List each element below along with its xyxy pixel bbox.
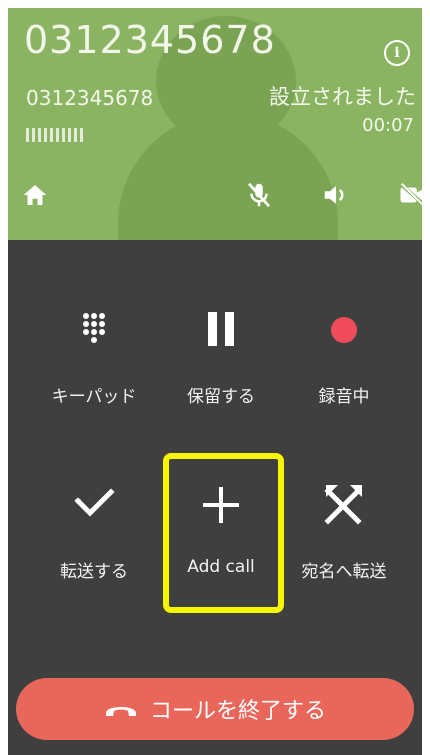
pause-icon [191,300,251,360]
call-screen: 0312345678 i 0312345678 設立されました 00:07 キー… [8,8,422,755]
speaker-icon[interactable] [321,180,351,210]
signal-bars [26,128,84,142]
blind-transfer-label: 宛名へ転送 [301,562,387,582]
keypad-icon [64,300,124,360]
merge-icon [314,475,374,535]
call-controls: キーパッド 保留する 録音中 転送する Add call 宛名へ転送 [8,240,422,660]
record-icon [314,300,374,360]
hangup-icon [104,699,138,719]
hold-label: 保留する [187,387,255,407]
info-icon[interactable]: i [384,40,410,66]
blind-transfer-button[interactable]: 宛名へ転送 [284,445,404,595]
transfer-button[interactable]: 転送する [34,445,154,595]
home-icon[interactable] [20,180,50,210]
mic-off-icon[interactable] [244,180,274,210]
caller-number: 0312345678 [24,18,276,62]
call-header: 0312345678 i 0312345678 設立されました 00:07 [8,8,422,240]
hold-button[interactable]: 保留する [161,270,281,420]
call-timer: 00:07 [362,115,414,136]
end-call-label: コールを終了する [149,699,326,724]
keypad-label: キーパッド [51,387,137,407]
transfer-icon [64,475,124,535]
caller-sub-number: 0312345678 [26,86,154,110]
record-button[interactable]: 録音中 [284,270,404,420]
add-call-highlight [163,453,284,613]
call-status: 設立されました [269,85,416,109]
end-call-button[interactable]: コールを終了する [16,678,414,740]
record-label: 録音中 [318,387,370,407]
transfer-label: 転送する [60,562,128,582]
keypad-button[interactable]: キーパッド [34,270,154,420]
video-off-icon[interactable] [398,180,422,210]
